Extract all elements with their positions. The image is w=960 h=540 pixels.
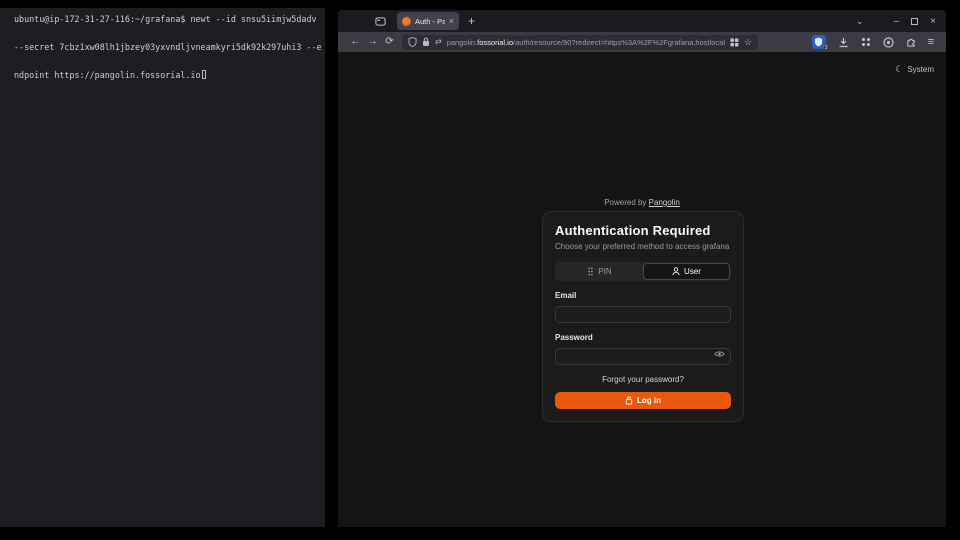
powered-by: Powered by Pangolin	[338, 198, 946, 207]
extension-grid-icon[interactable]	[861, 37, 871, 47]
pinpad-icon	[587, 267, 594, 276]
firefox-view-icon[interactable]	[372, 13, 388, 29]
window-controls: ⌄ – ×	[856, 16, 946, 27]
theme-label: System	[907, 65, 934, 74]
show-password-eye-icon[interactable]	[714, 350, 725, 358]
terminal-window[interactable]: ubuntu@ip-172-31-27-116:~/grafana$ newt …	[0, 8, 325, 527]
card-subtitle: Choose your preferred method to access g…	[555, 242, 731, 251]
email-label: Email	[555, 291, 731, 300]
auth-method-tabs: PIN User	[555, 262, 731, 281]
lock-icon[interactable]	[422, 37, 430, 47]
moon-icon: ☾	[895, 64, 903, 75]
terminal-line: ndpoint https://pangolin.fossorial.io	[14, 70, 201, 80]
login-lock-icon	[625, 396, 633, 405]
pangolin-link[interactable]: Pangolin	[649, 198, 680, 207]
email-field[interactable]	[555, 306, 731, 323]
password-label: Password	[555, 333, 731, 342]
container-grid-icon[interactable]	[730, 38, 739, 47]
download-icon[interactable]	[838, 37, 849, 48]
login-button[interactable]: Log in	[555, 392, 731, 409]
theme-toggle[interactable]: ☾ System	[895, 64, 934, 75]
tab-pin-label: PIN	[598, 267, 611, 276]
terminal-cursor	[202, 70, 206, 79]
tab-user[interactable]: User	[643, 263, 730, 280]
circle-extension-icon[interactable]	[883, 37, 894, 48]
pangolin-favicon-icon	[402, 17, 411, 26]
card-title: Authentication Required	[555, 223, 731, 238]
tab-user-label: User	[684, 267, 701, 276]
tab-bar: Auth - Pangolin × + ⌄ – ×	[338, 10, 946, 32]
terminal-line: --secret 7cbz1xw08lh1jbzey03yxvndljvneam…	[14, 42, 322, 52]
tab-auth-pangolin[interactable]: Auth - Pangolin ×	[397, 12, 459, 30]
forgot-password-link[interactable]: Forgot your password?	[555, 375, 731, 384]
terminal-line: ubuntu@ip-172-31-27-116:~/grafana$ newt …	[14, 14, 317, 24]
maximize-button[interactable]	[911, 18, 918, 25]
extensions-puzzle-icon[interactable]	[906, 37, 916, 47]
forward-button[interactable]: →	[364, 37, 381, 47]
shield-icon[interactable]	[408, 37, 417, 47]
new-tab-button[interactable]: +	[468, 15, 475, 27]
minimize-button[interactable]: –	[894, 16, 900, 27]
user-icon	[672, 267, 680, 276]
terminal-output: ubuntu@ip-172-31-27-116:~/grafana$ newt …	[0, 8, 325, 82]
tab-pin[interactable]: PIN	[556, 263, 643, 280]
bookmark-star-icon[interactable]: ☆	[744, 38, 752, 47]
url-bar[interactable]: ⇄ pangolin.fossorial.io/auth/resource/90…	[402, 35, 758, 50]
permissions-swap-icon[interactable]: ⇄	[435, 38, 442, 46]
tab-list-chevron-icon[interactable]: ⌄	[856, 16, 864, 27]
ublock-extension-icon[interactable]: 3	[812, 35, 826, 49]
login-button-label: Log in	[637, 396, 661, 405]
tab-title: Auth - Pangolin	[415, 17, 445, 26]
auth-card: Authentication Required Choose your pref…	[542, 211, 744, 422]
reload-button[interactable]: ⟳	[381, 37, 398, 47]
hamburger-menu-icon[interactable]: ≡	[928, 37, 934, 48]
tab-close-icon[interactable]: ×	[449, 17, 454, 26]
password-field[interactable]	[555, 348, 731, 365]
page-content: ☾ System Powered by Pangolin Authenticat…	[338, 52, 946, 527]
toolbar-extensions: 3 ≡	[812, 35, 937, 49]
navigation-toolbar: ← → ⟳ ⇄ pangolin.fossorial.io/auth/resou…	[338, 32, 946, 52]
url-text: pangolin.fossorial.io/auth/resource/90?r…	[447, 38, 725, 47]
desktop: ubuntu@ip-172-31-27-116:~/grafana$ newt …	[0, 0, 960, 540]
browser-window: Auth - Pangolin × + ⌄ – × ← → ⟳ ⇄ pangol…	[338, 10, 946, 527]
ublock-badge: 3	[824, 45, 829, 51]
close-button[interactable]: ×	[930, 16, 936, 27]
back-button[interactable]: ←	[347, 37, 364, 47]
